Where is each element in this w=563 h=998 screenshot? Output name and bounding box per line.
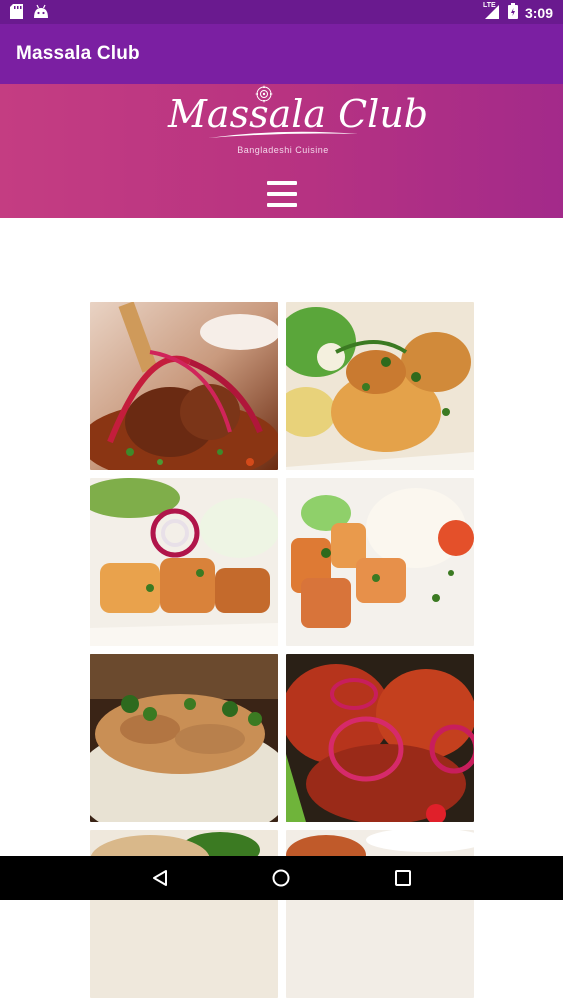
recents-icon[interactable] [393, 868, 413, 888]
food-image-curry-rice[interactable] [90, 654, 278, 822]
app-title: Massala Club [16, 43, 140, 64]
food-image-lamb-shank[interactable] [90, 302, 278, 470]
food-image-tandoori-chicken[interactable] [286, 654, 474, 822]
sd-card-icon [10, 4, 23, 24]
lte-signal-icon: LTE [482, 2, 501, 22]
clock-time: 3:09 [524, 4, 553, 21]
hamburger-menu-icon[interactable] [267, 181, 297, 207]
android-icon [33, 4, 49, 24]
app-bar: Massala Club [0, 24, 563, 84]
restaurant-logo[interactable]: Massala Club Bangladeshi Cuisine [168, 84, 428, 164]
header-banner: Massala Club Bangladeshi Cuisine [0, 84, 563, 218]
status-bar: LTE 3:09 [0, 0, 563, 24]
food-image-chicken-tikka-salad[interactable] [286, 302, 474, 470]
food-image-chicken-tikka-rice[interactable] [286, 478, 474, 646]
home-icon[interactable] [271, 868, 291, 888]
network-label: LTE [482, 2, 496, 9]
logo-tagline: Bangladeshi Cuisine [237, 145, 329, 155]
back-icon[interactable] [150, 868, 170, 888]
logo-swoosh [208, 131, 358, 138]
system-navigation-bar [0, 856, 563, 900]
food-image-paneer-tikka[interactable] [90, 478, 278, 646]
battery-icon [507, 3, 518, 22]
